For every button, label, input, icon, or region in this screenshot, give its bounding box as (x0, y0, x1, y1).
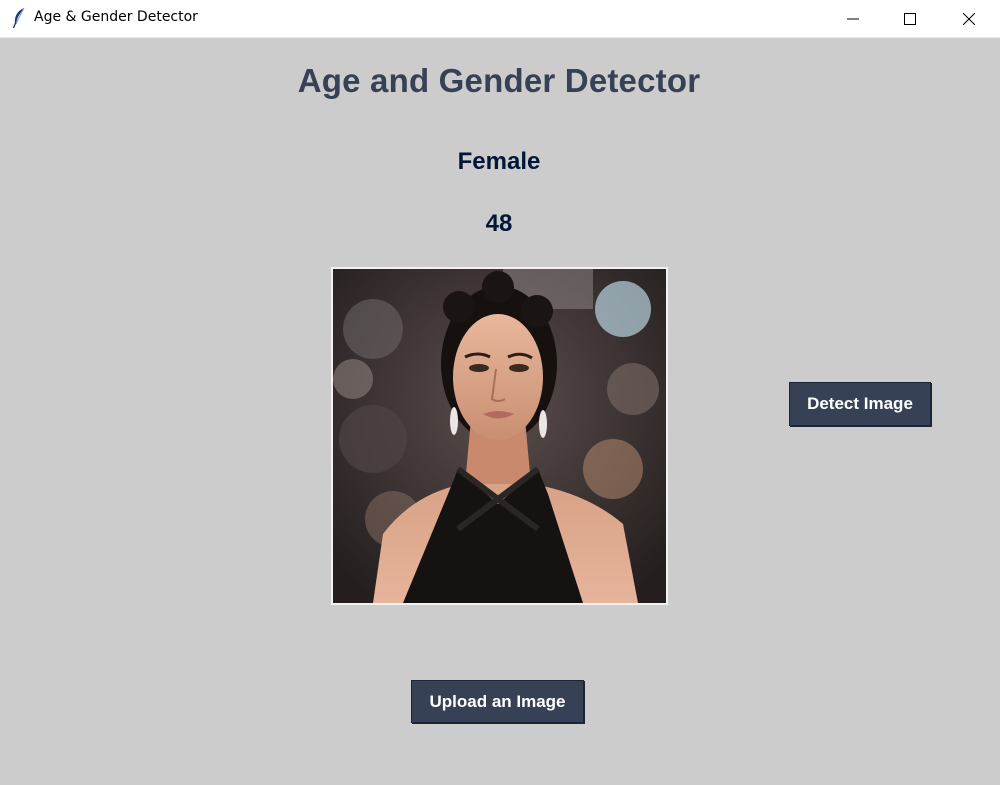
page-title: Age and Gender Detector (297, 62, 701, 99)
close-icon (963, 12, 975, 25)
minimize-icon (847, 18, 859, 19)
maximize-icon (904, 12, 916, 25)
gender-result: Female (457, 148, 541, 175)
maximize-button[interactable] (881, 0, 939, 37)
upload-image-button[interactable]: Upload an Image (411, 680, 584, 723)
window-title: Age & Gender Detector (34, 9, 198, 25)
title-bar: Age & Gender Detector (0, 0, 1000, 38)
minimize-button[interactable] (824, 0, 882, 37)
age-result: 48 (485, 210, 513, 237)
feather-icon (11, 7, 27, 29)
detect-image-button[interactable]: Detect Image (789, 382, 931, 426)
uploaded-photo (331, 267, 668, 605)
close-button[interactable] (940, 0, 998, 37)
